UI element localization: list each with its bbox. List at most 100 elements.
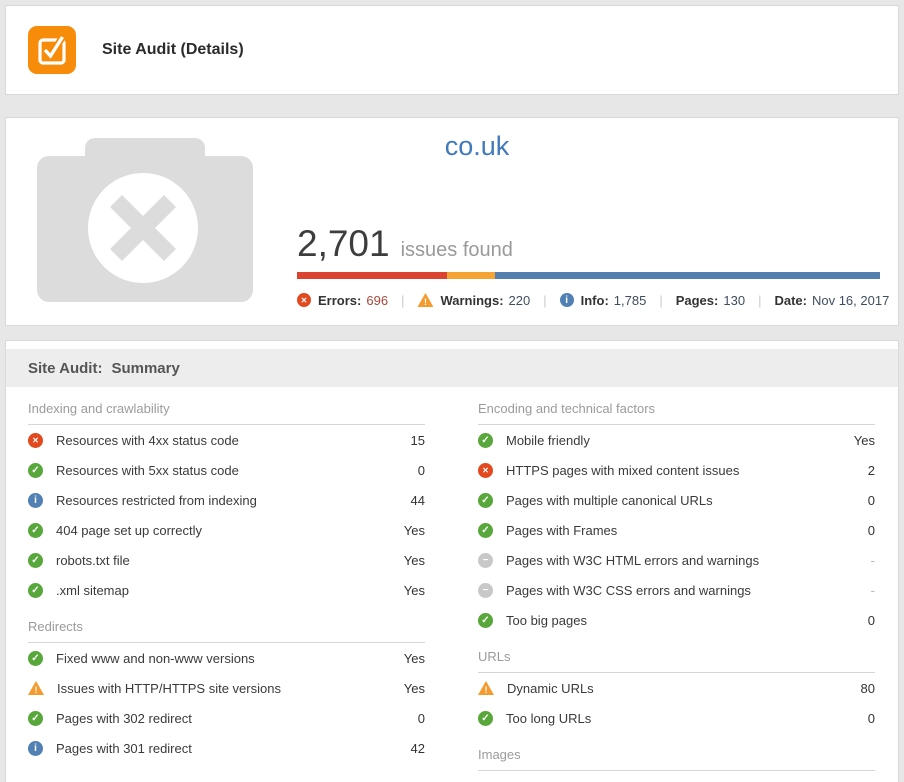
- audit-row-value: 0: [868, 523, 875, 538]
- stat-value: 220: [509, 293, 531, 308]
- summary-stats-row: Errors: 696 | Warnings: 220 | Info: 1,78…: [297, 288, 889, 312]
- stat-label: Info:: [581, 293, 609, 308]
- audit-row-label: .xml sitemap: [56, 583, 129, 598]
- app-header: Site Audit (Details): [5, 5, 899, 95]
- audit-row-label: robots.txt file: [56, 553, 130, 568]
- stat-value: 696: [366, 293, 388, 308]
- section-title-prefix: Site Audit:: [28, 360, 102, 377]
- audit-row-label: 404 page set up correctly: [56, 523, 202, 538]
- info-icon: [28, 493, 43, 508]
- audit-row-label: Mobile friendly: [506, 433, 590, 448]
- stat-errors: Errors: 696: [297, 293, 388, 308]
- audit-row: Too big pages 0: [478, 605, 875, 635]
- section-header: Site Audit: Summary: [6, 349, 898, 387]
- ok-icon: [478, 523, 493, 538]
- stat-label: Pages:: [676, 293, 719, 308]
- audit-row-value: 0: [868, 613, 875, 628]
- info-icon: [28, 741, 43, 756]
- audit-row-label: Dynamic URLs: [507, 681, 594, 696]
- stat-warnings: Warnings: 220: [417, 293, 530, 308]
- audit-row-value: 80: [861, 681, 875, 696]
- audit-row-value: 0: [868, 493, 875, 508]
- audit-row: Pages with W3C CSS errors and warnings -: [478, 575, 875, 605]
- stat-value: 130: [723, 293, 745, 308]
- audit-row: robots.txt file Yes: [28, 545, 425, 575]
- issues-progress-bar: [297, 272, 880, 279]
- audit-section-heading: Encoding and technical factors: [478, 401, 875, 425]
- warning-icon: [478, 681, 494, 696]
- audit-row-value: Yes: [404, 651, 425, 666]
- stat-divider: |: [758, 293, 761, 308]
- audit-row: Resources with 4xx status code 15: [28, 425, 425, 455]
- audit-row: Mobile friendly Yes: [478, 425, 875, 455]
- warning-icon: [417, 293, 433, 308]
- issues-count-label: issues found: [401, 239, 513, 262]
- audit-row-label: Resources with 4xx status code: [56, 433, 239, 448]
- broken-screenshot-placeholder-icon: [37, 138, 253, 302]
- ok-icon: [28, 523, 43, 538]
- audit-row-value: -: [871, 553, 875, 568]
- audit-row-value: 0: [418, 463, 425, 478]
- error-icon: [28, 433, 43, 448]
- audit-row: Pages with multiple canonical URLs 0: [478, 485, 875, 515]
- ok-icon: [28, 651, 43, 666]
- stat-date: Date: Nov 16, 2017: [774, 293, 889, 308]
- audit-row: Pages with 302 redirect 0: [28, 703, 425, 733]
- audit-section-heading: URLs: [478, 649, 875, 673]
- site-audit-summary-card: Site Audit: Summary Indexing and crawlab…: [5, 340, 899, 782]
- audit-section-heading: Indexing and crawlability: [28, 401, 425, 425]
- stat-pages: Pages: 130: [676, 293, 745, 308]
- audit-row-label: Pages with Frames: [506, 523, 617, 538]
- right-column: Encoding and technical factors Mobile fr…: [478, 387, 875, 771]
- info-icon: [560, 293, 574, 307]
- error-icon: [478, 463, 493, 478]
- audit-row: Too long URLs 0: [478, 703, 875, 733]
- audit-row: Pages with W3C HTML errors and warnings …: [478, 545, 875, 575]
- error-icon: [297, 293, 311, 307]
- audit-row-value: Yes: [404, 681, 425, 696]
- stat-divider: |: [659, 293, 662, 308]
- audit-row: 404 page set up correctly Yes: [28, 515, 425, 545]
- audit-row-label: Fixed www and non-www versions: [56, 651, 255, 666]
- ok-icon: [28, 711, 43, 726]
- audit-row-label: Too big pages: [506, 613, 587, 628]
- page-title: Site Audit (Details): [102, 41, 244, 59]
- ok-icon: [28, 553, 43, 568]
- stat-divider: |: [401, 293, 404, 308]
- audit-row-value: Yes: [404, 583, 425, 598]
- audit-row-label: Pages with 301 redirect: [56, 741, 192, 756]
- ok-icon: [478, 493, 493, 508]
- neutral-icon: [478, 553, 493, 568]
- audit-row: Pages with 301 redirect 42: [28, 733, 425, 763]
- ok-icon: [28, 583, 43, 598]
- audit-row-label: Resources with 5xx status code: [56, 463, 239, 478]
- audit-row-value: Yes: [404, 523, 425, 538]
- stat-value: Nov 16, 2017: [812, 293, 889, 308]
- audit-row-label: Issues with HTTP/HTTPS site versions: [57, 681, 281, 696]
- issues-count: 2,701: [297, 223, 390, 265]
- audit-row-value: Yes: [404, 553, 425, 568]
- audit-row-value: 42: [411, 741, 425, 756]
- site-name-link[interactable]: co.uk: [56, 131, 898, 162]
- audit-row-label: Pages with multiple canonical URLs: [506, 493, 713, 508]
- info-bar-segment: [495, 272, 880, 279]
- warning-icon: [28, 681, 44, 696]
- neutral-icon: [478, 583, 493, 598]
- errors-bar-segment: [297, 272, 447, 279]
- report-columns: Indexing and crawlability Resources with…: [6, 387, 898, 771]
- audit-row: Dynamic URLs 80: [478, 673, 875, 703]
- audit-row-value: -: [871, 583, 875, 598]
- audit-section-heading: Images: [478, 747, 875, 771]
- section-title: Summary: [111, 360, 179, 377]
- audit-row-label: HTTPS pages with mixed content issues: [506, 463, 739, 478]
- audit-row: Resources restricted from indexing 44: [28, 485, 425, 515]
- audit-row-label: Pages with W3C CSS errors and warnings: [506, 583, 751, 598]
- audit-row: Resources with 5xx status code 0: [28, 455, 425, 485]
- ok-icon: [478, 711, 493, 726]
- audit-row-label: Pages with 302 redirect: [56, 711, 192, 726]
- stat-divider: |: [543, 293, 546, 308]
- ok-icon: [478, 613, 493, 628]
- audit-row: HTTPS pages with mixed content issues 2: [478, 455, 875, 485]
- audit-row-value: 44: [411, 493, 425, 508]
- audit-summary-card: co.uk 2,701 issues found Errors: 696 | W…: [5, 117, 899, 326]
